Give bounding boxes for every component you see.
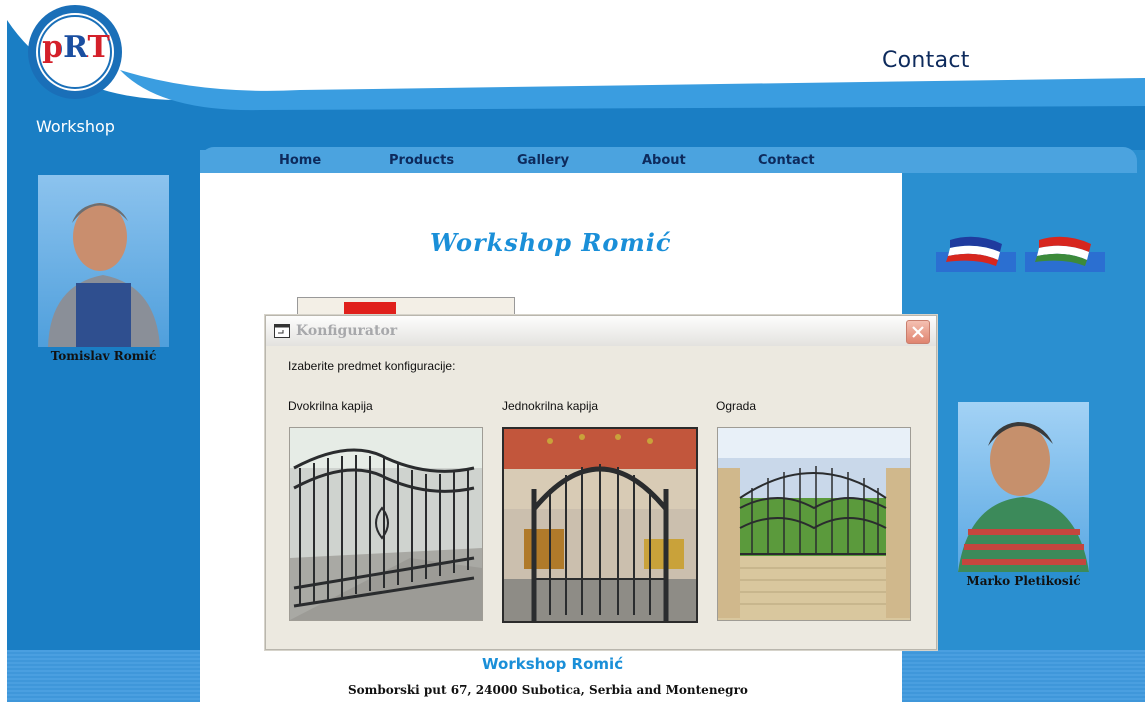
nav-products[interactable]: Products: [389, 153, 454, 168]
option-label-single-gate: Jednokrilna kapija: [502, 399, 599, 413]
window-icon: [274, 324, 290, 338]
person-photo-icon: [958, 422, 1089, 572]
dialog-titlebar[interactable]: Konfigurator: [266, 316, 936, 346]
language-serbian[interactable]: [936, 232, 1016, 272]
nav-home[interactable]: Home: [279, 153, 321, 168]
nav-contact[interactable]: Contact: [758, 153, 815, 168]
dialog-prompt: Izaberite predmet konfiguracije:: [288, 359, 456, 373]
name-marko: Marko Pletikosić: [966, 574, 1081, 588]
name-tomislav: Tomislav Romić: [50, 349, 157, 363]
fence-icon: [718, 428, 910, 620]
right-column-footer: [902, 650, 1145, 702]
header-swoosh: [0, 0, 1145, 170]
portrait-marko: [958, 402, 1089, 572]
dialog-title: Konfigurator: [296, 323, 398, 339]
nav-gallery[interactable]: Gallery: [517, 153, 569, 168]
flag-hungary-icon: [1025, 236, 1105, 272]
flag-yugoslavia-icon: [936, 236, 1016, 272]
left-column-footer: [7, 650, 200, 702]
nav-about[interactable]: About: [642, 153, 686, 168]
konfigurator-dialog: Konfigurator Izaberite predmet konfigura…: [265, 315, 937, 650]
workshop-tag: Workshop: [36, 117, 115, 136]
logo[interactable]: pRT: [38, 30, 114, 65]
single-gate-icon: [504, 429, 696, 621]
option-double-gate[interactable]: [289, 427, 483, 621]
language-hungarian[interactable]: [1025, 232, 1105, 272]
option-label-fence: Ograda: [716, 399, 757, 413]
close-button[interactable]: [906, 320, 930, 344]
footer-address: Somborski put 67, 24000 Subotica, Serbia…: [348, 683, 748, 697]
double-gate-icon: [290, 428, 482, 620]
option-fence[interactable]: [717, 427, 911, 621]
close-icon: [912, 326, 924, 338]
page-heading: Contact: [882, 48, 970, 73]
logo-text: pRT: [42, 30, 110, 65]
option-single-gate[interactable]: [502, 427, 698, 623]
portrait-tomislav: [38, 175, 169, 347]
option-label-double-gate: Dvokrilna kapija: [288, 399, 373, 413]
person-photo-icon: [48, 203, 160, 347]
nav-bar: Home Products Gallery About Contact: [200, 147, 1137, 173]
site-title: Workshop Romić: [430, 228, 672, 257]
footer-name: Workshop Romić: [482, 655, 624, 673]
